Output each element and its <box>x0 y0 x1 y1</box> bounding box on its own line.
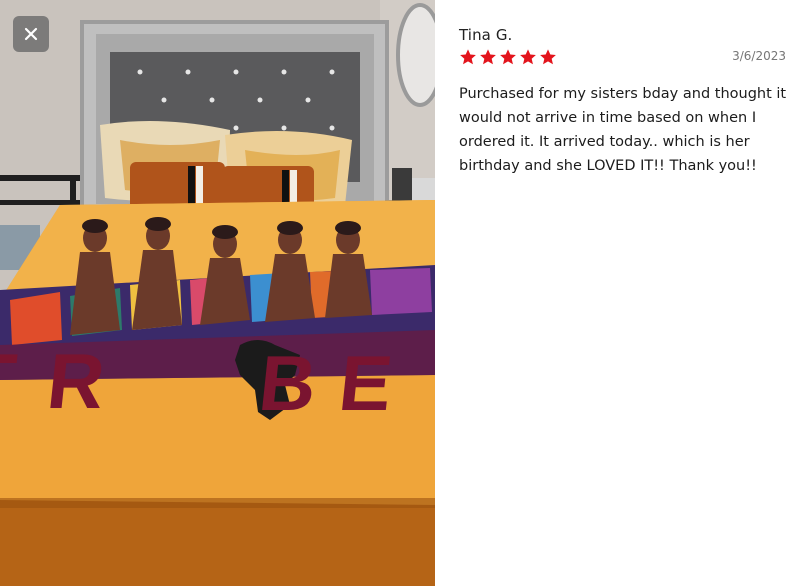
bed-photo-illustration: T R B E <box>0 0 435 586</box>
star-icon <box>500 49 516 65</box>
star-icon <box>540 49 556 65</box>
reviewer-name: Tina G. <box>459 26 513 44</box>
review-date: 3/6/2023 <box>732 49 786 63</box>
svg-text:B: B <box>255 339 321 427</box>
star-icon <box>460 49 476 65</box>
star-icon <box>520 49 536 65</box>
svg-text:E: E <box>335 339 396 427</box>
review-photo: T R B E <box>0 0 435 586</box>
svg-text:R: R <box>43 337 109 425</box>
star-rating <box>459 48 557 66</box>
star-icon <box>480 49 496 65</box>
review-text: Purchased for my sisters bday and though… <box>459 86 787 174</box>
close-button[interactable] <box>13 16 49 52</box>
review-modal: T R B E Tina G. 3/6/2023 Purchased for m… <box>0 0 808 586</box>
review-panel: Tina G. 3/6/2023 Purchased for my sister… <box>435 0 808 586</box>
close-icon <box>24 27 38 41</box>
